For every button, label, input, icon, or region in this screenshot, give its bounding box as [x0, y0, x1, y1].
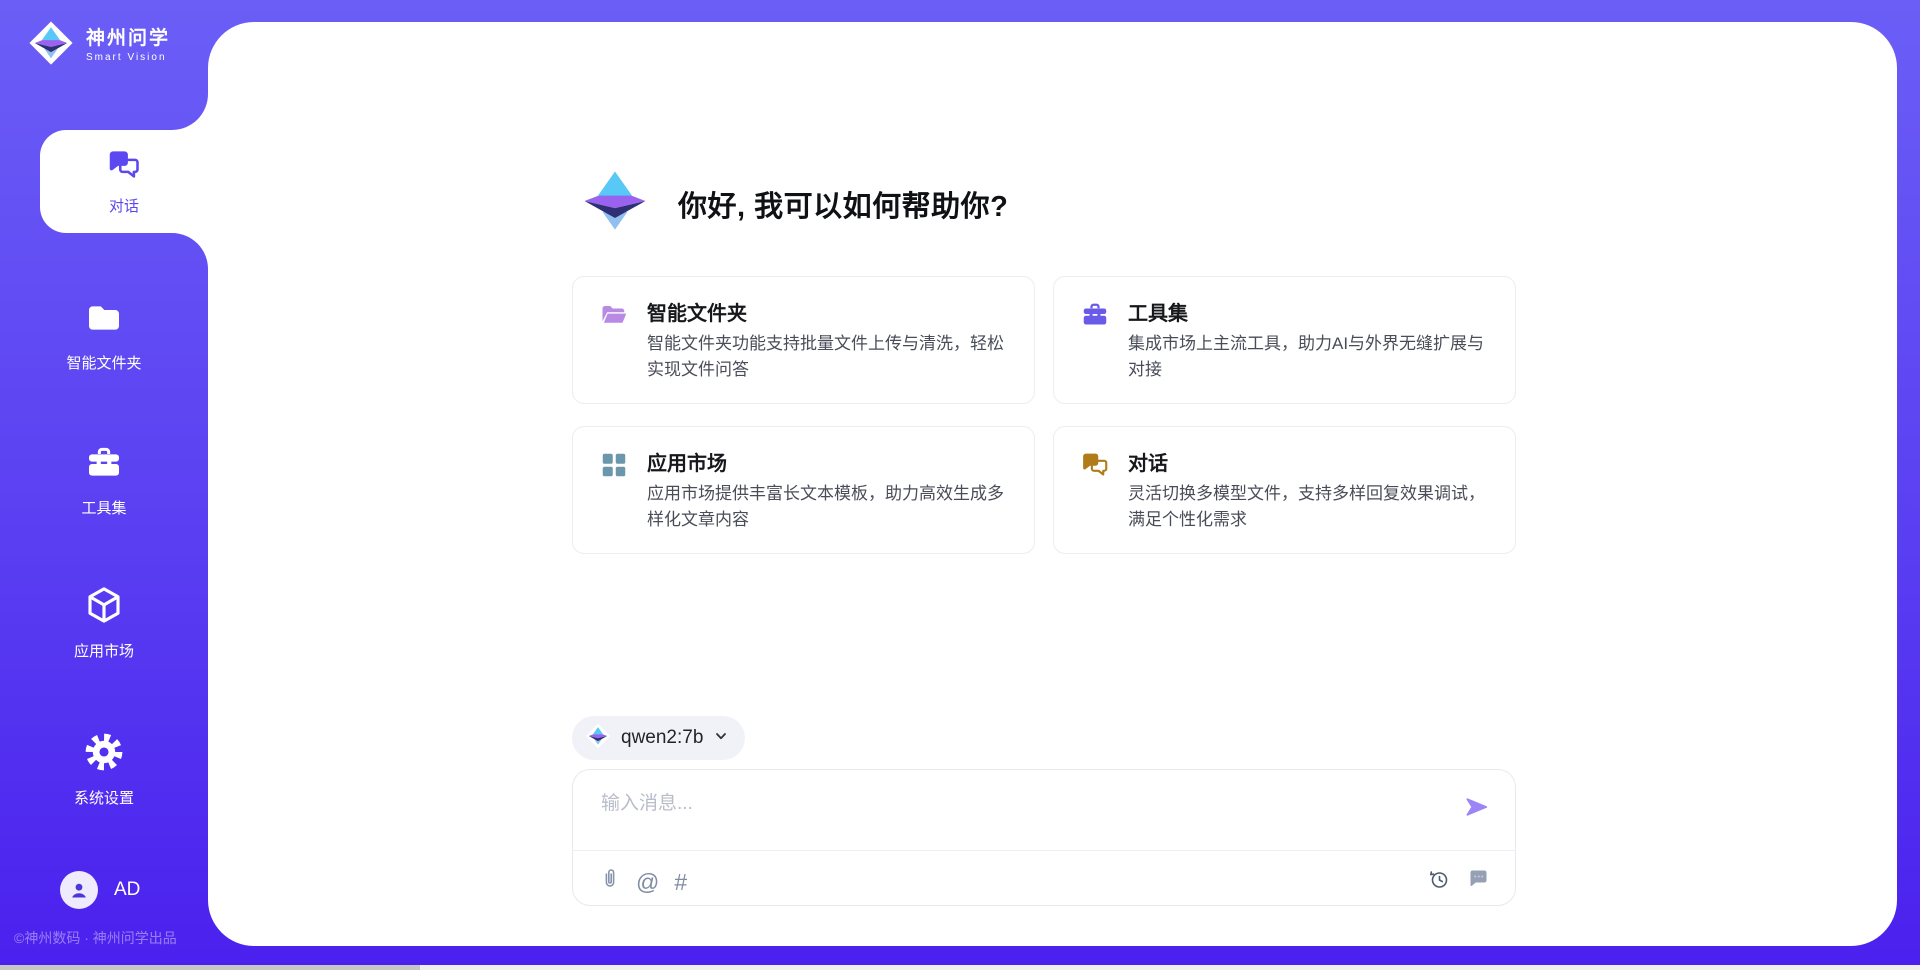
composer-tools-right: [1426, 866, 1491, 897]
sidebar-item-chat[interactable]: 对话: [40, 130, 208, 233]
sidebar-item-settings[interactable]: 系统设置: [0, 731, 208, 808]
composer-tools-left: @ #: [599, 866, 687, 897]
sidebar-item-smart-folder[interactable]: 智能文件夹: [0, 298, 208, 373]
user-name: AD: [114, 879, 140, 901]
card-title: 智能文件夹: [647, 297, 747, 326]
brand-title: 神州问学: [86, 28, 170, 50]
message-composer: @ #: [572, 769, 1516, 906]
feature-cards: 智能文件夹 智能文件夹功能支持批量文件上传与清洗，轻松实现文件问答 工具集 集成…: [572, 276, 1516, 554]
card-app-market[interactable]: 应用市场 应用市场提供丰富长文本模板，助力高效生成多样化文章内容: [572, 426, 1035, 554]
main-panel: 你好, 我可以如何帮助你? 智能文件夹 智能文件夹功能支持批量文件上传与清洗，轻…: [208, 22, 1897, 946]
toolbox-icon: [1080, 300, 1110, 330]
card-smart-folder[interactable]: 智能文件夹 智能文件夹功能支持批量文件上传与清洗，轻松实现文件问答: [572, 276, 1035, 404]
chat-bubbles-icon: [1080, 450, 1110, 480]
card-title: 应用市场: [647, 447, 727, 476]
message-input[interactable]: [599, 792, 1443, 816]
greeting-title: 你好, 我可以如何帮助你?: [678, 183, 1008, 225]
chat-bubbles-icon: [106, 147, 142, 188]
person-icon: [67, 878, 91, 902]
send-icon[interactable]: [1463, 794, 1489, 820]
card-toolset[interactable]: 工具集 集成市场上主流工具，助力AI与外界无缝扩展与对接: [1053, 276, 1516, 404]
comment-icon[interactable]: [1467, 867, 1491, 896]
sidebar-item-label: 工具集: [81, 497, 126, 518]
greeting-block: 你好, 我可以如何帮助你?: [572, 158, 1008, 249]
cube-icon: [83, 584, 125, 631]
user-menu[interactable]: AD: [60, 871, 140, 909]
mention-icon[interactable]: @: [636, 869, 659, 895]
horizontal-scrollbar[interactable]: [0, 965, 1920, 970]
brand-subtitle: Smart Vision: [86, 52, 170, 64]
card-description: 智能文件夹功能支持批量文件上传与清洗，轻松实现文件问答: [647, 331, 1019, 382]
card-title: 工具集: [1128, 297, 1188, 326]
sidebar-item-label: 对话: [109, 195, 139, 216]
folder-open-icon: [599, 300, 629, 330]
sidebar-item-toolset[interactable]: 工具集: [0, 443, 208, 518]
sidebar-item-label: 系统设置: [74, 787, 134, 808]
topic-icon[interactable]: #: [674, 869, 687, 895]
card-chat[interactable]: 对话 灵活切换多模型文件，支持多样回复效果调试，满足个性化需求: [1053, 426, 1516, 554]
chevron-down-icon: [713, 728, 729, 749]
folder-icon: [84, 298, 124, 343]
scrollbar-thumb[interactable]: [0, 965, 420, 970]
brand: .gem-outer{fill:#ffffff} 神州问学 Smart Visi…: [28, 20, 170, 71]
copyright-text: ©神州数码 · 神州问学出品: [14, 928, 177, 948]
model-selector[interactable]: qwen2:7b: [572, 716, 745, 760]
grid-icon: [599, 450, 629, 480]
card-description: 应用市场提供丰富长文本模板，助力高效生成多样化文章内容: [647, 481, 1019, 532]
composer-divider: [573, 850, 1515, 851]
avatar: [60, 871, 98, 909]
model-name: qwen2:7b: [621, 727, 703, 749]
card-description: 集成市场上主流工具，助力AI与外界无缝扩展与对接: [1128, 331, 1500, 382]
card-description: 灵活切换多模型文件，支持多样回复效果调试，满足个性化需求: [1128, 481, 1500, 532]
sidebar-item-label: 智能文件夹: [66, 352, 141, 373]
sidebar-item-app-market[interactable]: 应用市场: [0, 584, 208, 661]
gear-icon: [83, 731, 125, 778]
history-icon[interactable]: [1426, 866, 1452, 897]
brand-logo-gem-icon: .gem-outer{fill:#ffffff}: [28, 20, 74, 71]
active-tab-fillet-bottom: [172, 233, 208, 269]
logo-gem-icon: [572, 158, 658, 249]
toolbox-icon: [84, 443, 124, 488]
sidebar-item-label: 应用市场: [74, 640, 134, 661]
active-tab-fillet-top: [172, 94, 208, 130]
model-gem-icon: [585, 723, 611, 754]
card-title: 对话: [1128, 447, 1168, 476]
paperclip-icon[interactable]: [599, 866, 621, 897]
